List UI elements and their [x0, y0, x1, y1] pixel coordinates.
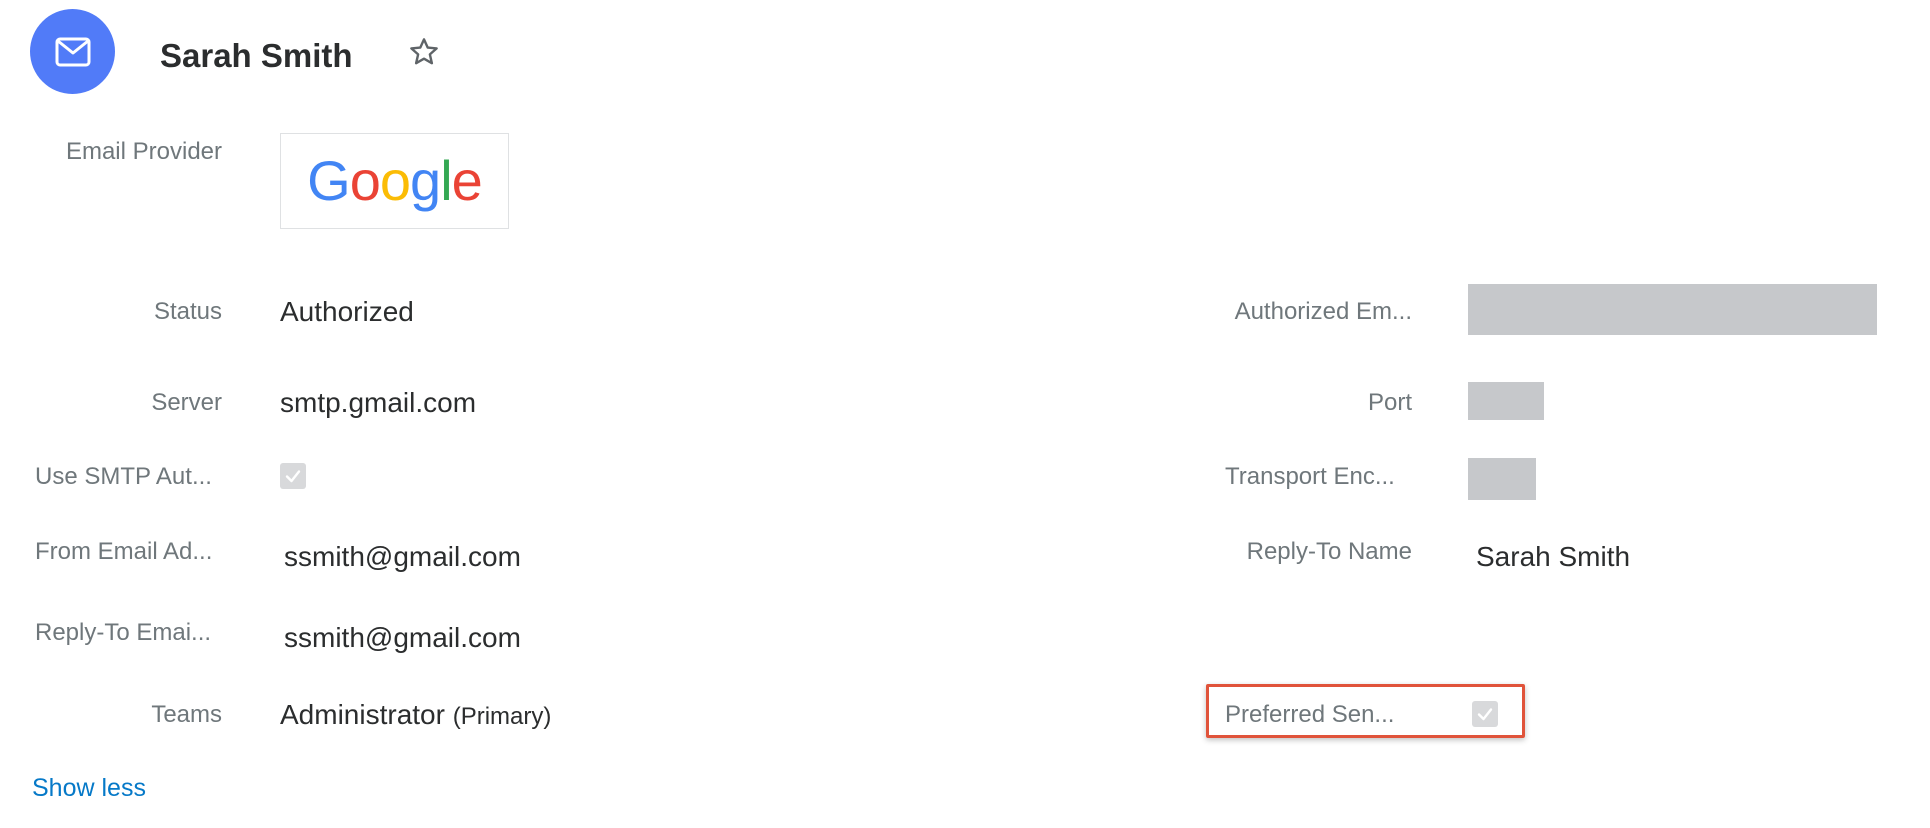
from-email-label: From Email Ad... [35, 538, 213, 565]
email-provider-logo: Google [280, 133, 509, 229]
checkmark-icon [285, 470, 301, 483]
port-value-redacted [1468, 382, 1544, 420]
reply-to-name-value: Sarah Smith [1476, 541, 1631, 572]
port-label: Port [1367, 389, 1412, 416]
teams-value: Administrator (Primary) [280, 698, 551, 734]
server-value: smtp.gmail.com [280, 387, 477, 418]
preferred-sender-label: Preferred Sen... [1225, 701, 1395, 728]
email-provider-label: Email Provider [65, 138, 222, 165]
show-less-link[interactable]: Show less [32, 773, 146, 803]
team-primary-tag: (Primary) [452, 703, 552, 730]
transport-encryption-value-redacted [1468, 458, 1536, 500]
server-label: Server [151, 389, 222, 416]
use-smtp-auth-checkbox [280, 463, 306, 489]
authorized-email-label: Authorized Em... [1234, 298, 1412, 325]
favorite-button[interactable] [408, 36, 440, 68]
authorized-email-value-redacted [1468, 284, 1877, 335]
status-value: Authorized [280, 296, 414, 327]
google-logo: Google [307, 149, 483, 212]
teams-label: Teams [151, 701, 222, 728]
reply-to-name-label: Reply-To Name [1246, 538, 1412, 565]
star-outline-icon [410, 38, 438, 65]
from-email-value: ssmith@gmail.com [284, 541, 521, 572]
transport-encryption-label: Transport Enc... [1225, 463, 1395, 490]
module-avatar [30, 9, 115, 94]
team-name: Administrator [280, 699, 445, 730]
checkmark-icon [1477, 708, 1493, 721]
use-smtp-auth-label: Use SMTP Aut... [35, 463, 212, 490]
reply-to-email-label: Reply-To Emai... [35, 619, 212, 646]
reply-to-email-value: ssmith@gmail.com [284, 622, 521, 653]
record-name: Sarah Smith [160, 37, 353, 74]
preferred-sender-checkbox [1472, 701, 1498, 727]
envelope-icon [55, 37, 90, 66]
status-label: Status [153, 298, 222, 325]
